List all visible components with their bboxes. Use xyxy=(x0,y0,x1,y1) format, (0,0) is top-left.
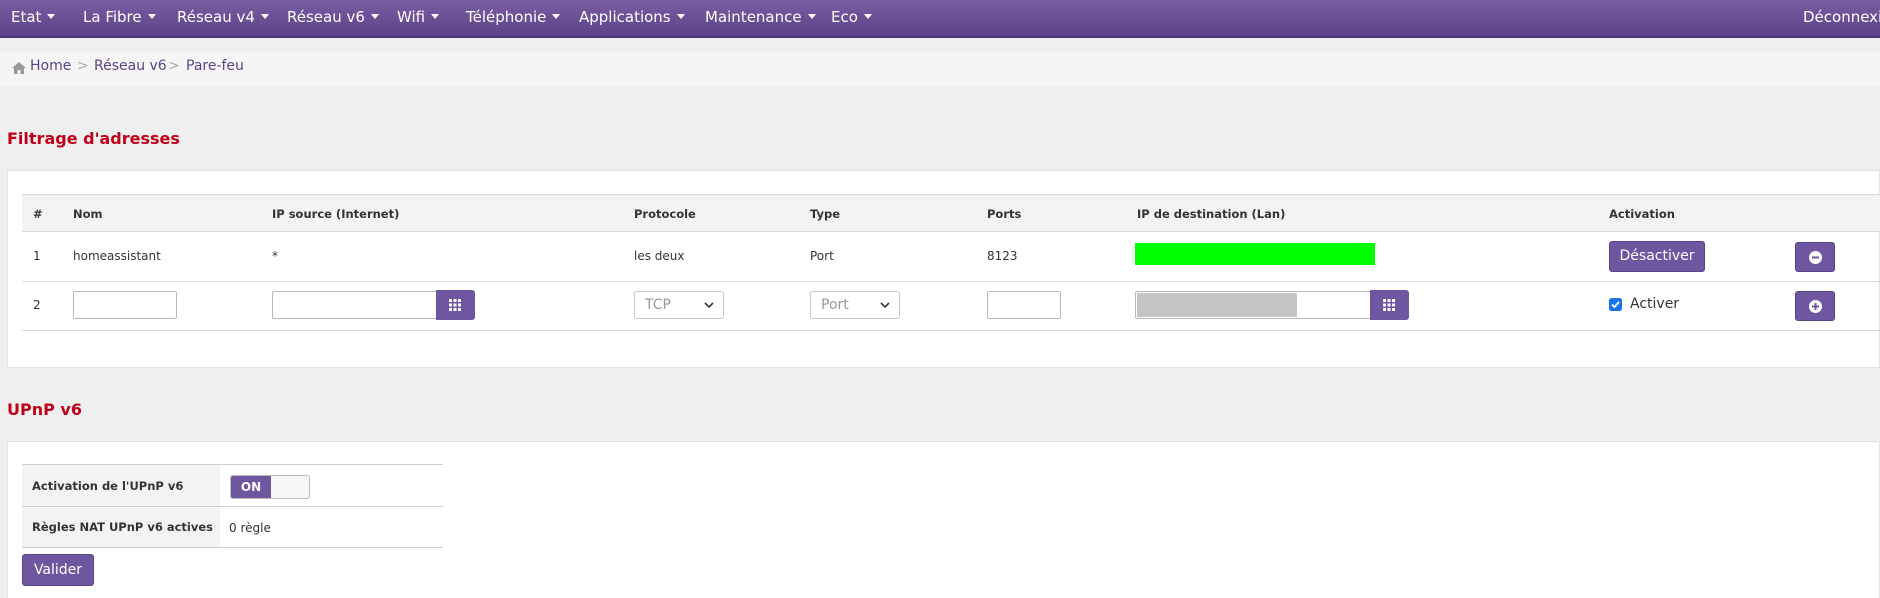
upnp-toggle[interactable]: ON xyxy=(230,475,310,499)
logout-label: Déconnexio xyxy=(1803,8,1880,26)
nav-label: Maintenance xyxy=(705,8,802,26)
row-source: * xyxy=(272,249,278,263)
col-dest: IP de destination (Lan) xyxy=(1137,207,1286,221)
row-divider xyxy=(22,281,1880,282)
nav-la-fibre[interactable]: La Fibre xyxy=(83,0,156,36)
grid-icon xyxy=(449,299,461,311)
row-protocol: les deux xyxy=(634,249,685,263)
logout-link[interactable]: Déconnexio xyxy=(1803,0,1880,36)
source-ip-picker-button[interactable] xyxy=(436,290,475,320)
dest-ip-picker-button[interactable] xyxy=(1370,290,1409,320)
caret-down-icon xyxy=(552,14,561,19)
breadcrumb-pare-feu[interactable]: Pare-feu xyxy=(186,58,244,74)
col-type: Type xyxy=(810,207,841,221)
grid-icon xyxy=(1383,299,1395,311)
type-select-value: Port xyxy=(821,297,849,313)
nav-label: Etat xyxy=(11,8,42,26)
row-name: homeassistant xyxy=(73,249,161,263)
col-activation: Activation xyxy=(1609,207,1675,221)
source-ip-input[interactable] xyxy=(272,291,437,319)
col-protocol: Protocole xyxy=(634,207,696,221)
upnp-rules-label: Règles NAT UPnP v6 actives xyxy=(22,507,220,547)
activate-label: Activer xyxy=(1630,296,1680,312)
col-ports: Ports xyxy=(987,207,1022,221)
row-divider xyxy=(22,330,1880,331)
nav-maintenance[interactable]: Maintenance xyxy=(705,0,816,36)
dest-ip-redacted xyxy=(1135,243,1375,265)
caret-down-icon xyxy=(863,14,872,19)
caret-down-icon xyxy=(431,14,440,19)
nav-etat[interactable]: Etat xyxy=(11,0,56,36)
caret-down-icon xyxy=(807,14,816,19)
plus-circle-icon xyxy=(1809,300,1822,313)
dest-ip-redacted xyxy=(1137,293,1297,317)
breadcrumb-reseau-v6[interactable]: Réseau v6 xyxy=(94,58,167,74)
nav-label: Wifi xyxy=(397,8,426,26)
rule-name-input[interactable] xyxy=(73,291,177,319)
nav-wifi[interactable]: Wifi xyxy=(397,0,440,36)
nav-label: Eco xyxy=(831,8,858,26)
breadcrumb-home[interactable]: Home xyxy=(30,58,71,74)
top-navbar: Etat La Fibre Réseau v4 Réseau v6 Wifi T… xyxy=(0,0,1880,38)
nav-label: Réseau v4 xyxy=(177,8,255,26)
filtering-section-title: Filtrage d'adresses xyxy=(7,129,180,148)
caret-down-icon xyxy=(676,14,685,19)
row-num: 2 xyxy=(33,298,41,312)
nav-label: Applications xyxy=(579,8,671,26)
caret-down-icon xyxy=(370,14,379,19)
nav-telephonie[interactable]: Téléphonie xyxy=(466,0,561,36)
chevron-down-icon xyxy=(704,302,714,309)
col-source: IP source (Internet) xyxy=(272,207,400,221)
breadcrumb-separator: > xyxy=(77,58,89,74)
caret-down-icon xyxy=(47,14,56,19)
home-icon xyxy=(12,62,26,74)
toggle-on-label: ON xyxy=(231,476,271,498)
caret-down-icon xyxy=(260,14,269,19)
submit-button[interactable]: Valider xyxy=(22,554,94,586)
chevron-down-icon xyxy=(880,302,890,309)
upnp-section-title: UPnP v6 xyxy=(7,400,82,419)
nav-reseau-v6[interactable]: Réseau v6 xyxy=(287,0,379,36)
breadcrumb-separator: > xyxy=(168,58,180,74)
type-select[interactable]: Port xyxy=(810,291,900,319)
row-num: 1 xyxy=(33,249,41,263)
protocol-select-value: TCP xyxy=(645,297,671,313)
nav-reseau-v4[interactable]: Réseau v4 xyxy=(177,0,269,36)
upnp-rules-text: Règles NAT UPnP v6 actives xyxy=(32,520,214,534)
row-ports: 8123 xyxy=(987,249,1018,263)
upnp-rules-value: 0 règle xyxy=(229,521,271,535)
deactivate-button[interactable]: Désactiver xyxy=(1609,241,1705,272)
nav-label: Réseau v6 xyxy=(287,8,365,26)
dest-ip-input[interactable] xyxy=(1135,291,1371,319)
row-type: Port xyxy=(810,249,834,263)
minus-circle-icon xyxy=(1809,251,1822,264)
ports-input[interactable] xyxy=(987,291,1061,319)
col-num: # xyxy=(33,207,43,221)
nav-eco[interactable]: Eco xyxy=(831,0,872,36)
remove-rule-button[interactable] xyxy=(1795,242,1835,272)
upnp-activation-label: Activation de l'UPnP v6 xyxy=(22,465,220,506)
nav-label: Téléphonie xyxy=(466,8,547,26)
table-header: # Nom IP source (Internet) Protocole Typ… xyxy=(22,194,1880,232)
upnp-rules-row: Règles NAT UPnP v6 actives 0 règle xyxy=(22,506,443,548)
add-rule-button[interactable] xyxy=(1795,291,1835,321)
breadcrumb: Home > Réseau v6 > Pare-feu xyxy=(0,52,1880,86)
nav-label: La Fibre xyxy=(83,8,142,26)
upnp-activation-text: Activation de l'UPnP v6 xyxy=(32,478,184,493)
protocol-select[interactable]: TCP xyxy=(634,291,724,319)
activate-checkbox[interactable] xyxy=(1609,298,1622,311)
nav-applications[interactable]: Applications xyxy=(579,0,685,36)
caret-down-icon xyxy=(147,14,156,19)
col-name: Nom xyxy=(73,207,103,221)
